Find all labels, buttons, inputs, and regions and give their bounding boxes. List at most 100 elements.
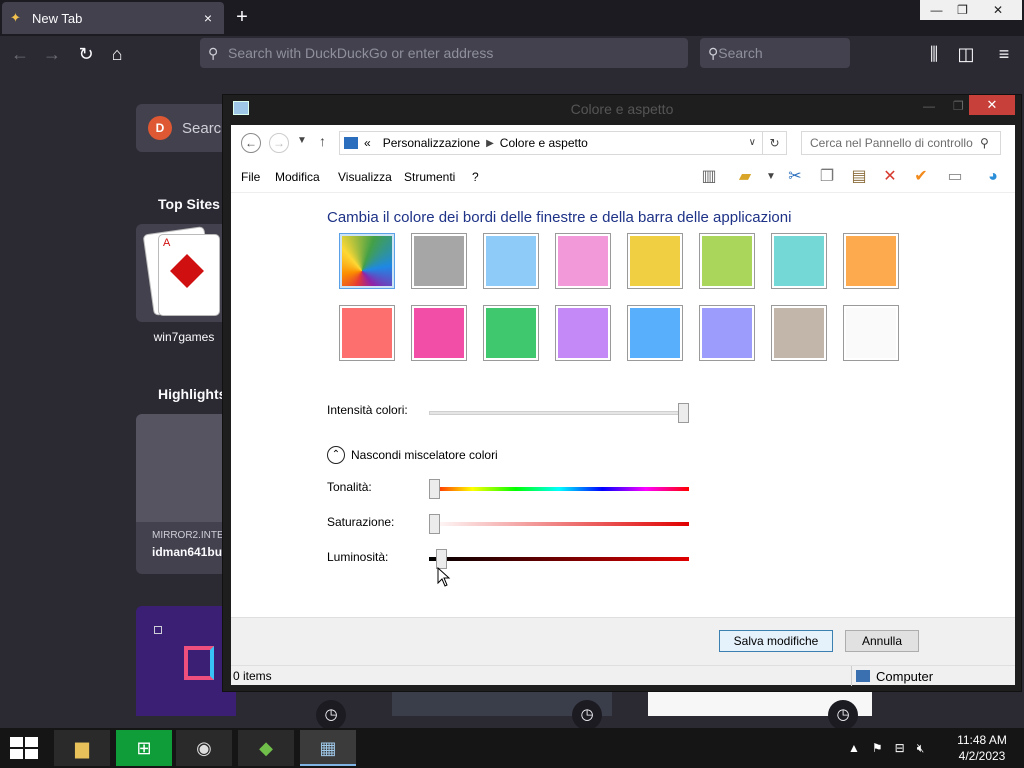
color-swatch[interactable] <box>627 233 683 289</box>
globe-icon[interactable]: ◕ <box>981 166 1005 188</box>
color-swatch[interactable] <box>483 305 539 361</box>
tab-close-icon[interactable]: × <box>200 10 216 26</box>
hue-label: Tonalità: <box>327 480 372 494</box>
intensity-slider-track[interactable] <box>429 411 689 415</box>
top-site-tile[interactable]: A <box>136 224 236 322</box>
color-swatch[interactable] <box>699 233 755 289</box>
recent-locations-dropdown-icon[interactable]: ▼ <box>297 135 307 146</box>
highlight-card-2[interactable] <box>136 606 236 716</box>
search-box[interactable]: ⚲ <box>700 38 900 68</box>
minimize-icon[interactable]: — <box>923 99 935 113</box>
address-bar-row: ← → ▼ ↑ « Personalizzazione ▶ Colore e a… <box>231 125 1015 161</box>
home-icon[interactable]: ⌂ <box>103 40 131 68</box>
copy-icon[interactable]: ❐ <box>815 166 839 188</box>
delete-icon[interactable]: ✕ <box>878 166 902 188</box>
new-tab-button[interactable]: + <box>230 6 254 30</box>
url-input[interactable] <box>228 45 688 61</box>
raccoon-app-icon[interactable]: ◉ <box>176 730 232 766</box>
flag-icon[interactable]: ⚑ <box>872 741 883 755</box>
system-clock[interactable]: 11:48 AM 4/2/2023 <box>950 732 1014 764</box>
color-swatch[interactable] <box>771 233 827 289</box>
chevron-up-icon[interactable]: ▲ <box>848 741 860 755</box>
menu-file[interactable]: File <box>241 170 260 184</box>
color-swatch[interactable] <box>555 305 611 361</box>
cancel-button[interactable]: Annulla <box>845 630 919 652</box>
tab-new-tab[interactable]: ✦ New Tab × <box>2 2 224 34</box>
newtab-search[interactable]: D Search <box>136 104 236 152</box>
close-button[interactable]: ✕ <box>969 95 1015 115</box>
breadcrumb[interactable]: « Personalizzazione ▶ Colore e aspetto ∨… <box>339 131 787 155</box>
checkmark-icon[interactable]: ✔ <box>909 166 933 188</box>
tab-title: New Tab <box>32 10 83 26</box>
color-swatch[interactable] <box>627 305 683 361</box>
color-swatch[interactable] <box>339 305 395 361</box>
forward-icon[interactable]: → <box>269 133 289 153</box>
saturation-slider-thumb[interactable] <box>429 514 440 534</box>
breadcrumb-prefix[interactable]: « <box>364 136 371 150</box>
folder-options-icon[interactable]: ▰ <box>733 166 757 188</box>
refresh-icon[interactable]: ↻ <box>762 132 786 154</box>
chevron-down-icon[interactable]: ▼ <box>759 166 783 188</box>
save-changes-button[interactable]: Salva modifiche <box>719 630 833 652</box>
color-swatch[interactable] <box>843 305 899 361</box>
cut-icon[interactable]: ✂ <box>783 166 807 188</box>
chevron-down-icon[interactable]: ∨ <box>749 132 756 154</box>
brightness-slider-track[interactable] <box>429 557 689 561</box>
speaker-muted-icon[interactable]: 🔇︎ <box>917 741 925 756</box>
browser-tab-bar: ✦ New Tab × + — ❐ ✕ <box>0 0 1024 36</box>
saturation-slider-track[interactable] <box>429 522 689 526</box>
search-input[interactable] <box>718 45 900 61</box>
menu-bar: File Modifica Visualizza Strumenti ? ▥ ▰… <box>231 161 1015 193</box>
control-panel-search-input[interactable] <box>810 136 980 150</box>
layout-pane-icon[interactable]: ▥ <box>697 166 721 188</box>
color-swatch[interactable] <box>483 233 539 289</box>
library-icon[interactable]: ⫼ <box>920 40 948 68</box>
color-swatch[interactable] <box>411 305 467 361</box>
up-arrow-icon[interactable]: ↑ <box>319 133 326 149</box>
menu-visualizza[interactable]: Visualizza <box>338 170 392 184</box>
intensity-slider-thumb[interactable] <box>678 403 689 423</box>
url-bar[interactable]: ⚲ <box>200 38 688 68</box>
highlight-card[interactable]: MIRROR2.INTER idman641bui <box>136 414 236 574</box>
breadcrumb-personalizzazione[interactable]: Personalizzazione <box>383 136 480 150</box>
color-swatch[interactable] <box>771 305 827 361</box>
chevron-right-icon[interactable]: ▶ <box>486 138 494 149</box>
network-icon[interactable]: ⊟ <box>895 741 905 755</box>
forward-arrow-icon[interactable]: → <box>38 40 66 68</box>
computer-icon <box>856 670 870 682</box>
windows-start-icon[interactable] <box>8 736 40 760</box>
file-explorer-icon[interactable]: ▆ <box>54 730 110 766</box>
swatch-fill <box>342 308 392 358</box>
paste-icon[interactable]: ▤ <box>847 166 871 188</box>
menu-modifica[interactable]: Modifica <box>275 170 320 184</box>
mixer-toggle-link[interactable]: Nascondi miscelatore colori <box>351 448 498 462</box>
hue-slider-thumb[interactable] <box>429 479 440 499</box>
maximize-icon[interactable]: ❐ <box>953 99 964 113</box>
brightness-slider-thumb[interactable] <box>436 549 448 569</box>
close-window-button[interactable]: ✕ <box>974 0 1022 20</box>
hue-slider-track[interactable] <box>429 487 689 491</box>
color-swatch[interactable] <box>339 233 395 289</box>
breadcrumb-colore-e-aspetto[interactable]: Colore e aspetto <box>500 136 588 150</box>
control-panel-search[interactable]: ⚲ <box>801 131 1001 155</box>
hamburger-menu-icon[interactable]: ≡ <box>990 40 1018 68</box>
reload-icon[interactable]: ↻ <box>72 40 100 68</box>
color-swatch[interactable] <box>411 233 467 289</box>
chevron-up-icon[interactable]: ⌃ <box>327 446 345 464</box>
color-swatch[interactable] <box>843 233 899 289</box>
brightness-label: Luminosità: <box>327 550 389 564</box>
download-manager-icon[interactable]: ◆ <box>238 730 294 766</box>
back-arrow-icon[interactable]: ← <box>6 40 34 68</box>
menu-strumenti[interactable]: Strumenti <box>404 170 455 184</box>
color-swatch[interactable] <box>699 305 755 361</box>
control-panel-taskbar-icon[interactable]: ▦ <box>300 730 356 766</box>
window-title-bar[interactable]: Colore e aspetto — ❐ ✕ <box>223 95 1021 123</box>
intensity-label: Intensità colori: <box>327 403 408 417</box>
status-computer-label: Computer <box>876 668 934 684</box>
store-icon[interactable]: ⊞ <box>116 730 172 766</box>
sidebar-icon[interactable]: ◫ <box>952 40 980 68</box>
back-icon[interactable]: ← <box>241 133 261 153</box>
color-swatch[interactable] <box>555 233 611 289</box>
menu-help[interactable]: ? <box>472 170 479 184</box>
properties-icon[interactable]: ▭ <box>943 166 967 188</box>
